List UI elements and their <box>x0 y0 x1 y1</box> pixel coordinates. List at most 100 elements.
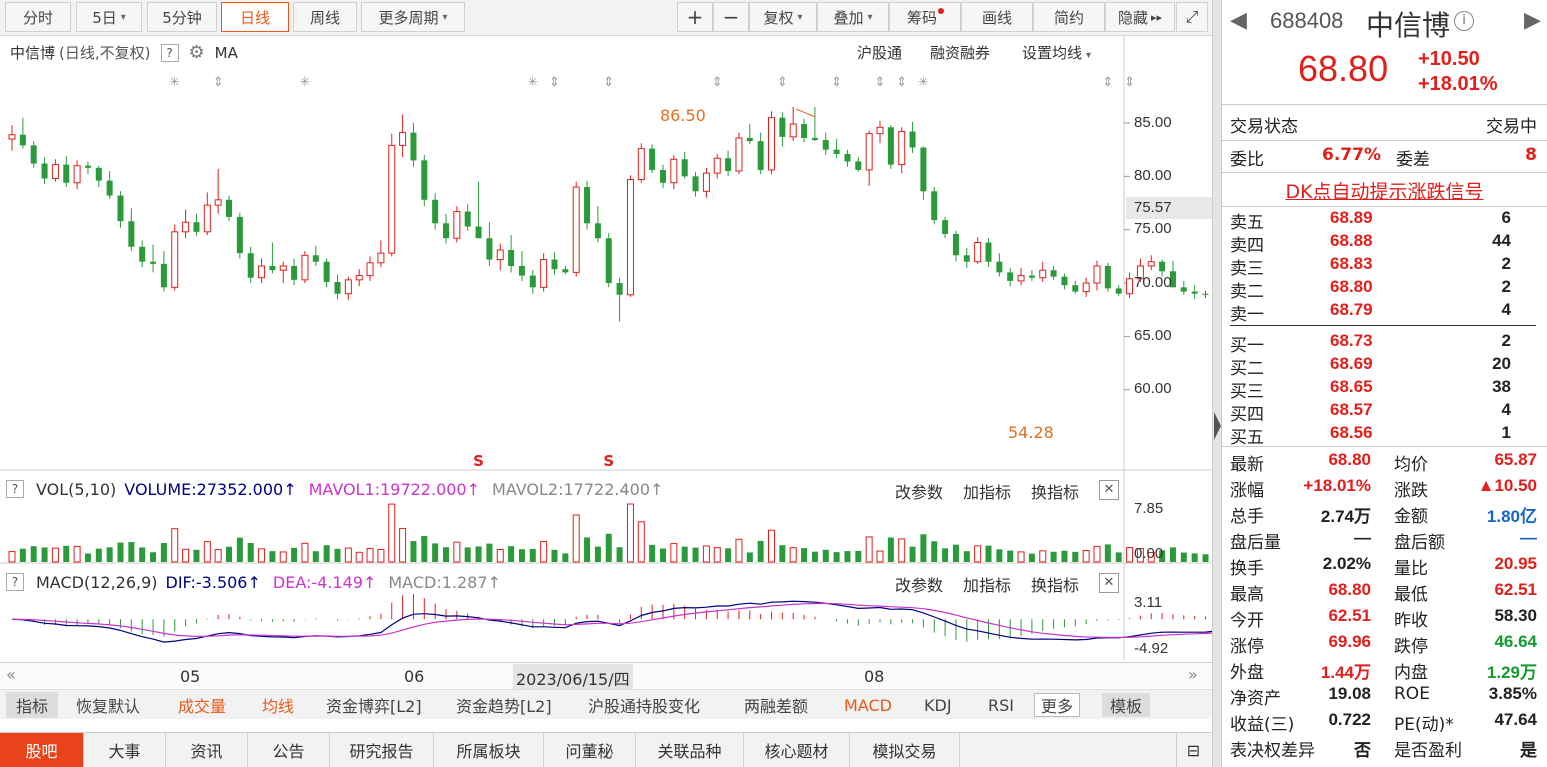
adjust-button[interactable]: 复权 ▾ <box>749 2 817 32</box>
zoom-out-button[interactable]: − <box>713 2 749 32</box>
vol-switch-indicator[interactable]: 换指标 <box>1031 479 1079 503</box>
tab-5day[interactable]: 5日 ▾ <box>76 2 142 32</box>
candle-body <box>63 164 70 183</box>
vol-edit-params[interactable]: 改参数 <box>895 479 943 503</box>
ask-row[interactable]: 卖五 68.89 6 <box>1222 208 1547 233</box>
help-icon[interactable]: ? <box>160 43 179 62</box>
bottom-tab-research[interactable]: 研究报告 <box>330 733 434 767</box>
bottom-tab-forum[interactable]: 股吧 <box>0 733 84 767</box>
volume-bar <box>247 542 254 562</box>
indicator-tab-ma[interactable]: 均线 <box>262 690 294 720</box>
set-ma-label: 设置均线 <box>1022 44 1083 62</box>
bottom-tab-announcements[interactable]: 公告 <box>248 733 330 767</box>
indicator-tab-indicators[interactable]: 指标 <box>6 692 59 718</box>
fullscreen-button[interactable]: ⤢ <box>1176 2 1208 32</box>
candle-body <box>95 167 102 181</box>
collapse-panel-button[interactable]: ⊟ <box>1176 733 1210 767</box>
arrow-up-icon: ↑ <box>283 479 297 499</box>
indicator-more-button[interactable]: 更多 <box>1034 693 1081 717</box>
margin-label: 融资融券 <box>930 44 991 62</box>
hide-button[interactable]: 隐藏 ▸▸ <box>1105 2 1175 32</box>
ask-row[interactable]: 卖四 68.88 44 <box>1222 231 1547 256</box>
bottom-tab-sector[interactable]: 所属板块 <box>434 733 544 767</box>
next-stock-button[interactable]: ▶ <box>1524 8 1541 33</box>
vol-close-button[interactable]: ✕ <box>1099 478 1119 500</box>
indicator-tab-fund-trend[interactable]: 资金趋势[L2] <box>456 690 552 720</box>
info-icon[interactable]: i <box>1454 11 1474 31</box>
indicator-tab-rsi[interactable]: RSI <box>988 690 1014 720</box>
bottom-tab-ask-secretary[interactable]: 问董秘 <box>544 733 636 767</box>
zoom-in-button[interactable]: + <box>677 2 713 32</box>
candle-body <box>801 124 808 138</box>
ask-row[interactable]: 卖三 68.83 2 <box>1222 254 1547 279</box>
template-button[interactable]: 模板 <box>1102 693 1151 717</box>
help-icon[interactable]: ? <box>6 480 24 498</box>
tab-5min[interactable]: 5分钟 <box>147 2 217 32</box>
indicator-tab-reset[interactable]: 恢复默认 <box>76 690 140 720</box>
volume-bar <box>63 545 70 562</box>
bottom-tab-related[interactable]: 关联品种 <box>636 733 744 767</box>
gear-icon[interactable]: ⚙ <box>189 42 205 63</box>
candle-body <box>291 265 298 280</box>
macd-close-button[interactable]: ✕ <box>1099 571 1119 593</box>
event-marker-icon: ✳ <box>169 75 180 90</box>
macd-add-indicator[interactable]: 加指标 <box>963 572 1011 596</box>
tab-more-periods[interactable]: 更多周期 ▾ <box>361 2 465 32</box>
scroll-left-icon[interactable]: « <box>6 665 16 684</box>
chart-area[interactable]: ✳ ⇕ ✳ ✳ ⇕ ⇕ ⇕ ⇕ ⇕ ⇕ ⇕ ✳ ⇕ ⇕ S S <box>0 36 1212 660</box>
kline-chart: ✳ ⇕ ✳ ✳ ⇕ ⇕ ⇕ ⇕ ⇕ ⇕ ⇕ ✳ ⇕ ⇕ S S <box>0 36 1212 660</box>
indicator-tab-kdj[interactable]: KDJ <box>924 690 952 720</box>
bottom-tab-events[interactable]: 大事 <box>84 733 166 767</box>
help-icon[interactable]: ? <box>6 573 24 591</box>
volume-bar <box>106 547 113 562</box>
macd-switch-indicator[interactable]: 换指标 <box>1031 572 1079 596</box>
set-ma-button[interactable]: 设置均线 ▾ <box>1022 42 1091 63</box>
tab-daily[interactable]: 日线 <box>221 2 289 32</box>
volume-bar <box>898 538 906 563</box>
indicator-tab-fund-game[interactable]: 资金博弈[L2] <box>326 690 422 720</box>
bid-row[interactable]: 买一 68.73 2 <box>1222 331 1547 356</box>
stats-table: 最新 68.80 均价 65.87 涨幅 +18.01% 涨跌 ▲10.50 总手 2.74万 金额… <box>1222 449 1547 767</box>
macd-value: MACD:1.287 <box>388 572 488 592</box>
indicator-tab-volume[interactable]: 成交量 <box>178 690 226 720</box>
volume-bar <box>73 545 81 563</box>
panel-splitter[interactable] <box>1212 0 1222 767</box>
indicator-tab-macd[interactable]: MACD <box>844 690 892 720</box>
stat-label: 盘后额 <box>1394 533 1445 553</box>
volume-bar <box>1072 551 1079 562</box>
prev-stock-button[interactable]: ◀ <box>1230 8 1247 33</box>
indicator-tab-hk-holding[interactable]: 沪股通持股变化 <box>588 690 700 720</box>
macd-edit-params[interactable]: 改参数 <box>895 572 943 596</box>
overlay-button[interactable]: 叠加 ▾ <box>817 2 889 32</box>
chips-label: 筹码 <box>906 8 937 27</box>
bid-row[interactable]: 买二 68.69 20 <box>1222 354 1547 379</box>
bottom-tab-sim-trade[interactable]: 模拟交易 <box>850 733 960 767</box>
dk-signal-link[interactable]: DK点自动提示涨跌信号 <box>1222 177 1547 204</box>
draw-button[interactable]: 画线 <box>961 2 1033 32</box>
candle-body <box>855 161 862 170</box>
bottom-tab-themes[interactable]: 核心题材 <box>744 733 850 767</box>
scroll-right-icon[interactable]: » <box>1188 665 1198 684</box>
orderbook-level-label: 卖三 <box>1230 259 1264 279</box>
ask-row[interactable]: 卖一 68.79 4 <box>1222 300 1547 325</box>
margin-link[interactable]: 融资融券 <box>930 42 990 63</box>
bid-row[interactable]: 买三 68.65 38 <box>1222 377 1547 402</box>
tab-intraday[interactable]: 分时 <box>5 2 71 32</box>
chips-button[interactable]: 筹码 <box>889 2 961 32</box>
stats-row: 涨停 69.96 跌停 46.64 <box>1222 631 1547 657</box>
bottom-tab-news[interactable]: 资讯 <box>166 733 248 767</box>
simple-button[interactable]: 简约 <box>1033 2 1105 32</box>
indicator-tab-margin-diff[interactable]: 两融差额 <box>744 690 808 720</box>
bottom-tab-label: 大事 <box>108 742 141 761</box>
chevron-down-icon: ▾ <box>797 11 803 23</box>
hk-connect-link[interactable]: 沪股通 <box>857 42 902 63</box>
bid-row[interactable]: 买五 68.56 1 <box>1222 423 1547 448</box>
indicator-tab-label: RSI <box>988 695 1014 715</box>
bid-row[interactable]: 买四 68.57 4 <box>1222 400 1547 425</box>
volume-bar <box>768 529 775 563</box>
vol-add-indicator[interactable]: 加指标 <box>963 479 1011 503</box>
ask-row[interactable]: 卖二 68.80 2 <box>1222 277 1547 302</box>
tab-weekly[interactable]: 周线 <box>293 2 357 32</box>
arrow-up-icon: ↑ <box>466 479 481 499</box>
macd-edit-label: 改参数 <box>895 576 944 595</box>
